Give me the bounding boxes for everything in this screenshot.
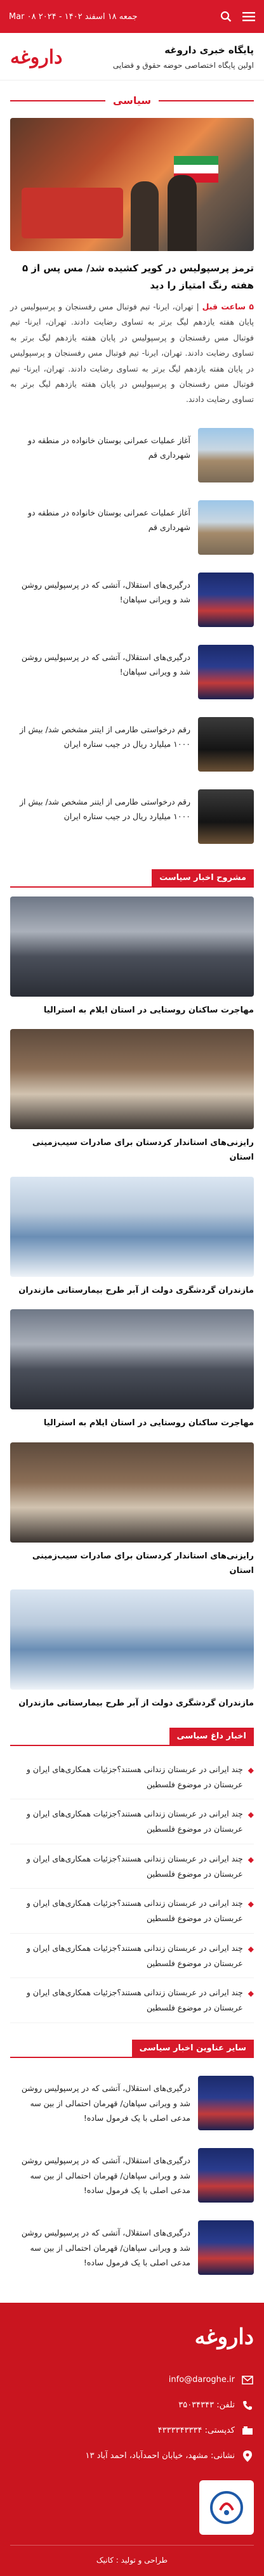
list-thumbnail bbox=[198, 500, 254, 555]
topbar-icons bbox=[220, 10, 255, 23]
featured-heading: مشروح اخبار سیاست bbox=[10, 869, 254, 888]
footer-address: نشانی: مشهد، خیابان احمدآباد، احمد آباد … bbox=[10, 2443, 254, 2469]
site-subtitle: اولین پایگاه اختصاصی حوضه حقوق و قضایی bbox=[112, 61, 254, 70]
card-image bbox=[10, 896, 254, 997]
hero-article[interactable]: ترمز پرسپولیس در کویر کشیده شد/ مس پس از… bbox=[10, 118, 254, 408]
card-title[interactable]: رایزنی‌های استاندار کردستان برای صادرات … bbox=[10, 1549, 254, 1579]
list-item[interactable]: درگیری‌های استقلال، آتشی که در پرسپولیس … bbox=[10, 2211, 254, 2284]
list-item-title[interactable]: آغاز عملیات عمرانی بوستان خانواده در منط… bbox=[10, 500, 190, 536]
bullet-icon: ◆ bbox=[248, 1944, 254, 1953]
trust-seal-icon[interactable] bbox=[199, 2480, 254, 2535]
list-item-title[interactable]: درگیری‌های استقلال، آتشی که در پرسپولیس … bbox=[10, 573, 190, 608]
news-list: آغاز عملیات عمرانی بوستان خانواده در منط… bbox=[10, 419, 254, 853]
list-item[interactable]: رقم درخواستی طارمی از ایتنر مشخص شد/ بیش… bbox=[10, 780, 254, 853]
card-image bbox=[10, 1029, 254, 1130]
brand-header: پایگاه خبری داروغه اولین پایگاه اختصاصی … bbox=[0, 33, 264, 81]
bullet-icon: ◆ bbox=[248, 1810, 254, 1820]
site-title: پایگاه خبری داروغه bbox=[164, 44, 254, 56]
bullet-icon: ◆ bbox=[248, 1765, 254, 1775]
list-thumbnail bbox=[198, 427, 254, 482]
card-image bbox=[10, 1589, 254, 1690]
list-thumbnail bbox=[198, 572, 254, 627]
featured-card[interactable]: رایزنی‌های استاندار کردستان برای صادرات … bbox=[10, 1442, 254, 1579]
location-pin-icon bbox=[241, 2450, 254, 2463]
hot-item[interactable]: ◆ چند ایرانی در عربستان زندانی هستند؟جزئی… bbox=[10, 1755, 254, 1800]
list-item[interactable]: آغاز عملیات عمرانی بوستان خانواده در منط… bbox=[10, 491, 254, 564]
hero-time: ۵ ساعت قبل bbox=[202, 302, 254, 311]
top-bar: جمعه ۱۸ اسفند ۱۴۰۲ - Mar ۰۸ ۲۰۲۴ bbox=[0, 0, 264, 33]
list-item[interactable]: درگیری‌های استقلال، آتشی که در پرسپولیس … bbox=[10, 636, 254, 708]
hot-heading: اخبار داغ سیاسی bbox=[10, 1727, 254, 1746]
list-item[interactable]: درگیری‌های استقلال، آتشی که در پرسپولیس … bbox=[10, 2067, 254, 2139]
footer-logo[interactable]: داروغه bbox=[10, 2324, 254, 2350]
featured-card[interactable]: مهاجرت ساکنان روستایی در استان ایلام به … bbox=[10, 896, 254, 1018]
list-item[interactable]: آغاز عملیات عمرانی بوستان خانواده در منط… bbox=[10, 419, 254, 491]
hot-label: اخبار داغ سیاسی bbox=[169, 1727, 254, 1745]
hamburger-menu-icon[interactable] bbox=[242, 10, 255, 23]
card-title[interactable]: مهاجرت ساکنان روستایی در استان ایلام به … bbox=[10, 1003, 254, 1018]
copyright: طراحی و تولید : کانیک bbox=[10, 2544, 254, 2576]
hot-item[interactable]: ◆ چند ایرانی در عربستان زندانی هستند؟جزئی… bbox=[10, 1934, 254, 1979]
featured-card[interactable]: مهاجرت ساکنان روستایی در استان ایلام به … bbox=[10, 1309, 254, 1430]
card-title[interactable]: رایزنی‌های استاندار کردستان برای صادرات … bbox=[10, 1136, 254, 1165]
featured-card[interactable]: مازندران گردشگری دولت از آبر طرح بیمارست… bbox=[10, 1589, 254, 1711]
list-item-title[interactable]: درگیری‌های استقلال، آتشی که در پرسپولیس … bbox=[10, 2148, 190, 2198]
phone-icon bbox=[241, 2399, 254, 2412]
card-title[interactable]: مهاجرت ساکنان روستایی در استان ایلام به … bbox=[10, 1416, 254, 1430]
list-thumbnail bbox=[198, 644, 254, 699]
site-footer: داروغه info@daroghe.ir تلفن: ۳۵۰۳۴۳۴۳ کد… bbox=[0, 2302, 264, 2576]
list-item-title[interactable]: درگیری‌های استقلال، آتشی که در پرسپولیس … bbox=[10, 2076, 190, 2126]
card-image bbox=[10, 1442, 254, 1543]
other-heading: سایر عناوین اخبار سیاسی bbox=[10, 2039, 254, 2058]
list-item-title[interactable]: درگیری‌های استقلال، آتشی که در پرسپولیس … bbox=[10, 645, 190, 680]
list-item-title[interactable]: رقم درخواستی طارمی از ایتنر مشخص شد/ بیش… bbox=[10, 789, 190, 825]
mailbox-icon bbox=[241, 2424, 254, 2437]
site-logo[interactable]: داروغه bbox=[10, 46, 63, 68]
list-item-title[interactable]: آغاز عملیات عمرانی بوستان خانواده در منط… bbox=[10, 428, 190, 463]
footer-email[interactable]: info@daroghe.ir bbox=[10, 2367, 254, 2393]
list-thumbnail bbox=[198, 2075, 254, 2130]
card-image bbox=[10, 1309, 254, 1410]
mail-icon bbox=[241, 2374, 254, 2386]
hero-summary: ۵ ساعت قبل | تهران، ایرنا- تیم فوتبال مس… bbox=[10, 302, 254, 405]
current-date: جمعه ۱۸ اسفند ۱۴۰۲ - Mar ۰۸ ۲۰۲۴ bbox=[9, 11, 138, 22]
list-thumbnail bbox=[198, 2220, 254, 2275]
other-label: سایر عناوین اخبار سیاسی bbox=[131, 2039, 254, 2057]
hero-title[interactable]: ترمز پرسپولیس در کویر کشیده شد/ مس پس از… bbox=[10, 260, 254, 294]
section-heading: سیاسی bbox=[0, 81, 264, 118]
card-title[interactable]: مازندران گردشگری دولت از آبر طرح بیمارست… bbox=[10, 1696, 254, 1711]
footer-postal: کدپستی: ۴۳۳۳۳۴۳۳۳۴ bbox=[10, 2418, 254, 2443]
section-title: سیاسی bbox=[112, 94, 152, 107]
hot-item[interactable]: ◆ چند ایرانی در عربستان زندانی هستند؟جزئی… bbox=[10, 1889, 254, 1934]
featured-card[interactable]: رایزنی‌های استاندار کردستان برای صادرات … bbox=[10, 1029, 254, 1165]
list-item[interactable]: درگیری‌های استقلال، آتشی که در پرسپولیس … bbox=[10, 2139, 254, 2211]
other-list: درگیری‌های استقلال، آتشی که در پرسپولیس … bbox=[10, 2067, 254, 2284]
list-item-title[interactable]: رقم درخواستی طارمی از ایتنر مشخص شد/ بیش… bbox=[10, 717, 190, 753]
list-item[interactable]: رقم درخواستی طارمی از ایتنر مشخص شد/ بیش… bbox=[10, 708, 254, 780]
list-thumbnail bbox=[198, 789, 254, 844]
list-thumbnail bbox=[198, 716, 254, 772]
hot-list: ◆ چند ایرانی در عربستان زندانی هستند؟جزئی… bbox=[10, 1755, 254, 2023]
hot-item[interactable]: ◆ چند ایرانی در عربستان زندانی هستند؟جزئی… bbox=[10, 1844, 254, 1889]
card-image bbox=[10, 1176, 254, 1277]
bullet-icon: ◆ bbox=[248, 1854, 254, 1864]
hero-image[interactable] bbox=[10, 118, 254, 251]
list-item-title[interactable]: درگیری‌های استقلال، آتشی که در پرسپولیس … bbox=[10, 2220, 190, 2270]
card-title[interactable]: مازندران گردشگری دولت از آبر طرح بیمارست… bbox=[10, 1283, 254, 1298]
featured-cards: مهاجرت ساکنان روستایی در استان ایلام به … bbox=[10, 896, 254, 1711]
hot-item[interactable]: ◆ چند ایرانی در عربستان زندانی هستند؟جزئی… bbox=[10, 1799, 254, 1844]
bullet-icon: ◆ bbox=[248, 1900, 254, 1909]
footer-phone[interactable]: تلفن: ۳۵۰۳۴۳۴۳ bbox=[10, 2393, 254, 2418]
bullet-icon: ◆ bbox=[248, 1989, 254, 1998]
featured-label: مشروح اخبار سیاست bbox=[152, 869, 254, 886]
list-thumbnail bbox=[198, 2147, 254, 2203]
hot-item[interactable]: ◆ چند ایرانی در عربستان زندانی هستند؟جزئی… bbox=[10, 1978, 254, 2023]
search-icon[interactable] bbox=[220, 10, 232, 23]
featured-card[interactable]: مازندران گردشگری دولت از آبر طرح بیمارست… bbox=[10, 1176, 254, 1298]
list-item[interactable]: درگیری‌های استقلال، آتشی که در پرسپولیس … bbox=[10, 564, 254, 636]
